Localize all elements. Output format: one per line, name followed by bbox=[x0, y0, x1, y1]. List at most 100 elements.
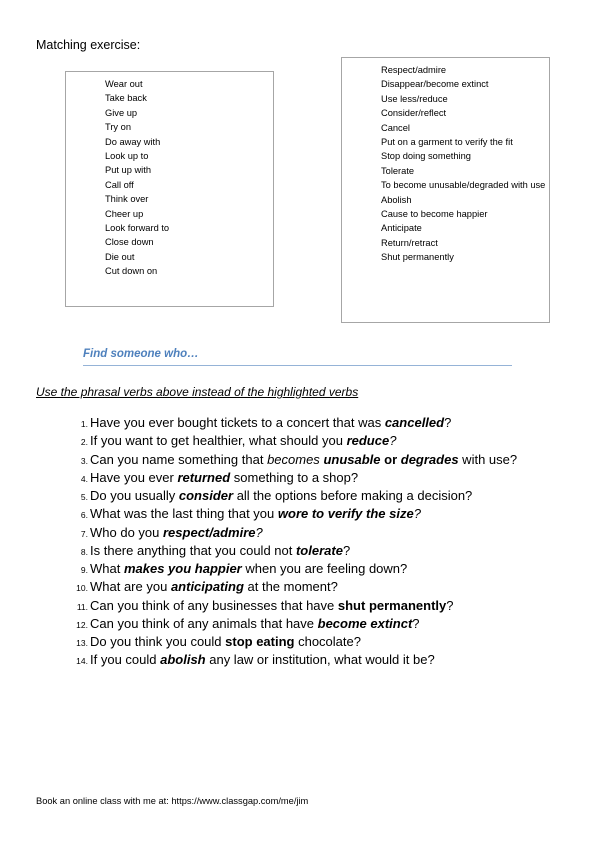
highlighted-verb: consider bbox=[178, 488, 234, 503]
question-fragment: What bbox=[90, 561, 124, 576]
question-text: Have you ever bought tickets to a concer… bbox=[90, 414, 451, 432]
question-number: 4. bbox=[80, 473, 88, 484]
question-number: 2. bbox=[80, 437, 88, 448]
question-text: Who do you respect/admire? bbox=[90, 524, 263, 542]
phrasal-verb-item: Look up to bbox=[105, 151, 149, 162]
highlighted-verb: ? bbox=[413, 506, 421, 522]
phrasal-verb-item: Do away with bbox=[105, 136, 161, 147]
question-fragment: ? bbox=[444, 415, 452, 430]
question-number: 10. bbox=[76, 583, 88, 594]
definition-item: Shut permanently bbox=[381, 252, 454, 263]
question-number: 7. bbox=[80, 528, 88, 539]
definition-item: Tolerate bbox=[381, 165, 415, 176]
instruction-text: Use the phrasal verbs above instead of t… bbox=[36, 385, 359, 399]
question-text: Can you think of any businesses that hav… bbox=[90, 597, 453, 615]
phrasal-verb-item: Think over bbox=[105, 194, 149, 205]
question-fragment: chocolate? bbox=[294, 634, 361, 649]
question-text: Do you think you could stop eating choco… bbox=[90, 633, 361, 651]
question-fragment: with use? bbox=[458, 451, 518, 467]
question-number: 1. bbox=[80, 419, 88, 429]
highlighted-verb: makes you happier bbox=[123, 561, 242, 576]
question-fragment: If you could bbox=[90, 652, 161, 668]
question-number: 13. bbox=[76, 638, 88, 648]
page-title: Matching exercise: bbox=[36, 38, 141, 52]
definition-item: Disappear/become extinct bbox=[381, 79, 489, 90]
question-fragment: when you are feeling down? bbox=[241, 561, 408, 576]
question-number: 6. bbox=[80, 510, 88, 521]
phrasal-verb-item: Call off bbox=[105, 179, 134, 190]
definition-item: Cause to become happier bbox=[381, 209, 488, 220]
question-fragment: ? bbox=[446, 597, 454, 613]
question-fragment: at the moment? bbox=[243, 579, 338, 595]
question-number: 12. bbox=[76, 619, 88, 630]
question-fragment: What was the last thing that you bbox=[90, 506, 278, 522]
phrasal-verbs-list: Wear out Take back Give up Try on Do away wi… bbox=[105, 77, 169, 279]
highlighted-verb: or bbox=[380, 451, 401, 467]
definition-item: Use less/reduce bbox=[381, 93, 448, 104]
question-fragment: What are you bbox=[90, 579, 171, 595]
definition-item: Abolish bbox=[381, 194, 412, 205]
definition-item: Put on a garment to verify the fit bbox=[381, 137, 513, 148]
question-fragment: Is there anything that you could not bbox=[90, 542, 296, 558]
question-text: Have you ever returned something to a sh… bbox=[90, 469, 358, 487]
highlighted-verb: returned bbox=[177, 469, 231, 485]
definition-item: Cancel bbox=[381, 122, 410, 133]
definition-item: Anticipate bbox=[381, 223, 422, 234]
phrasal-verbs-box: Wear out Take back Give up Try on Do away wi… bbox=[65, 71, 274, 307]
phrasal-verb-item: Cheer up bbox=[105, 208, 144, 219]
phrasal-verb-item: Cut down on bbox=[105, 266, 158, 277]
phrasal-verb-item: Try on bbox=[105, 122, 132, 133]
question-fragment: ? bbox=[412, 615, 420, 631]
highlighted-verb: becomes bbox=[267, 451, 320, 467]
question-text: If you could abolish any law or institut… bbox=[90, 651, 435, 669]
phrasal-verb-item: Put up with bbox=[105, 165, 151, 176]
question-number: 14. bbox=[76, 656, 88, 667]
question-fragment: Have you ever bbox=[90, 469, 178, 485]
question-number: 9. bbox=[80, 565, 88, 575]
question-text: Do you usually consider all the options … bbox=[90, 487, 472, 505]
highlighted-verb: cancelled bbox=[384, 415, 445, 430]
question-number: 3. bbox=[80, 455, 88, 466]
question-fragment: Who do you bbox=[90, 524, 163, 540]
question-fragment: Can you think of any animals that have bbox=[90, 615, 318, 631]
highlighted-verb: degrades bbox=[400, 451, 459, 467]
definition-item: To become unusable/degraded with use bbox=[381, 180, 546, 191]
phrasal-verb-item: Take back bbox=[105, 93, 147, 104]
definition-item: Consider/reflect bbox=[381, 108, 447, 119]
question-text: What was the last thing that you wore to… bbox=[90, 505, 421, 523]
highlighted-verb: wore to verify the size bbox=[277, 506, 414, 522]
highlighted-verb: ? bbox=[255, 524, 263, 540]
phrasal-verb-item: Die out bbox=[105, 251, 135, 262]
question-text: What makes you happier when you are feel… bbox=[90, 560, 407, 578]
question-fragment: any law or institution, what would it be… bbox=[205, 652, 435, 668]
question-text: Can you name something that becomes unus… bbox=[90, 451, 517, 469]
section-heading: Find someone who… bbox=[83, 346, 512, 366]
question-fragment: If you want to get healthier, what shoul… bbox=[90, 433, 347, 449]
question-fragment: Have you ever bought tickets to a concer… bbox=[90, 415, 385, 430]
definitions-list: Respect/admire Disappear/become extinct Us… bbox=[381, 63, 549, 265]
question-fragment: all the options before making a decision… bbox=[233, 488, 473, 503]
question-text: Can you think of any animals that have b… bbox=[90, 615, 420, 633]
phrasal-verb-item: Close down bbox=[105, 237, 154, 248]
highlighted-verb: stop eating bbox=[225, 634, 295, 649]
highlighted-verb: shut permanently bbox=[337, 597, 447, 613]
footer-text: Book an online class with me at: https:/… bbox=[36, 796, 309, 806]
definition-item: Stop doing something bbox=[381, 151, 471, 162]
question-fragment: something to a shop? bbox=[230, 469, 359, 485]
highlighted-verb: abolish bbox=[160, 652, 206, 668]
question-text: If you want to get healthier, what shoul… bbox=[90, 432, 396, 450]
question-number: 11. bbox=[76, 601, 88, 612]
question-text: Is there anything that you could not tol… bbox=[90, 542, 350, 560]
definition-item: Respect/admire bbox=[381, 65, 447, 75]
highlighted-verb: respect/admire bbox=[163, 524, 256, 540]
highlighted-verb: reduce bbox=[346, 433, 390, 449]
highlighted-verb: tolerate bbox=[295, 542, 343, 558]
question-fragment: Do you usually bbox=[90, 488, 179, 503]
question-text: What are you anticipating at the moment? bbox=[90, 578, 338, 596]
highlighted-verb: anticipating bbox=[170, 579, 244, 595]
question-fragment: ? bbox=[342, 542, 351, 558]
question-number: 8. bbox=[80, 546, 88, 557]
question-number: 5. bbox=[80, 492, 88, 502]
highlighted-verb: become extinct bbox=[317, 615, 413, 631]
question-fragment: Do you think you could bbox=[90, 634, 226, 649]
